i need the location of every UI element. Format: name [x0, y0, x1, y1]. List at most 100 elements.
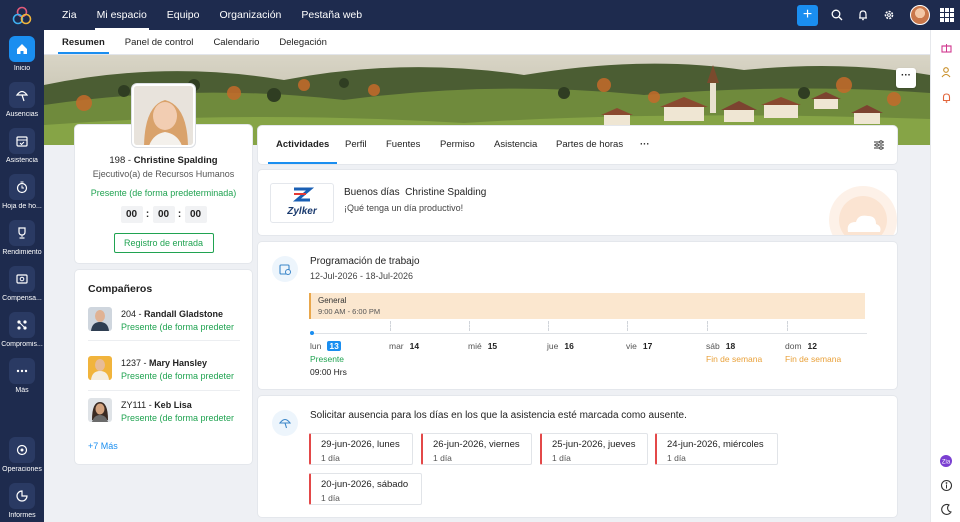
colleagues-more-link[interactable]: +7 Más — [88, 441, 118, 451]
day-status: Fin de semana — [785, 354, 842, 364]
colleagues-card: Compañeros 204 - Randall Gladstone Prese… — [75, 270, 252, 464]
profile-id: 198 — [109, 155, 126, 166]
absent-date-chip[interactable]: 25-jun-2026, jueves 1 día — [540, 433, 648, 465]
schedule-clock-icon — [272, 256, 298, 282]
attendance-timer: 00: 00: 00 — [75, 206, 252, 223]
tab-partes-de-horas[interactable]: Partes de horas — [556, 126, 623, 164]
profile-name-line: 198 - Christine Spalding — [75, 155, 252, 166]
search-icon[interactable] — [826, 4, 848, 26]
schedule-day[interactable]: vie 17 — [626, 341, 652, 351]
rail-item-inicio[interactable]: Inicio — [0, 36, 44, 72]
rail-item-asistencia[interactable]: Asistencia — [0, 128, 44, 164]
dark-mode-moon-icon[interactable] — [937, 500, 955, 518]
schedule-day[interactable]: dom 12 Fin de semana — [785, 341, 841, 364]
tab-perfil[interactable]: Perfil — [345, 126, 367, 164]
colleague-item[interactable]: ZY111 - Keb Lisa Presente (de forma pred… — [88, 398, 248, 432]
day-name: lun — [310, 341, 322, 351]
company-logo-text: Zylker — [287, 206, 317, 217]
rail-label: Rendimiento — [2, 249, 42, 256]
schedule-day[interactable]: jue 16 — [547, 341, 574, 351]
rail-item-operaciones[interactable]: Operaciones — [0, 437, 44, 473]
colleague-avatar — [88, 398, 112, 422]
settings-gear-icon[interactable] — [878, 4, 900, 26]
day-name: sáb — [706, 341, 720, 351]
profile-photo[interactable] — [132, 84, 195, 147]
topnav-pestana-web[interactable]: Pestaña web — [291, 0, 372, 30]
timer-minutes: 00 — [152, 206, 175, 223]
rail-item-ausencias[interactable]: Ausencias — [0, 82, 44, 118]
tab-permiso[interactable]: Permiso — [440, 126, 475, 164]
greeting-name: Christine Spalding — [405, 187, 487, 198]
tab-actividades[interactable]: Actividades — [267, 126, 338, 164]
colleague-status: Presente (de forma predeter — [121, 371, 235, 381]
schedule-day[interactable]: mié 15 — [468, 341, 497, 351]
timer-hours: 00 — [120, 206, 143, 223]
absent-date-chip[interactable]: 20-jun-2026, sábado 1 día — [309, 473, 422, 505]
day-date: 16 — [564, 341, 574, 351]
absent-date-chip[interactable]: 29-jun-2026, lunes 1 día — [309, 433, 413, 465]
schedule-day[interactable]: sáb 18 Fin de semana — [706, 341, 762, 364]
top-actions: + — [797, 0, 960, 30]
gift-icon[interactable] — [937, 38, 955, 56]
absent-date-chip[interactable]: 24-jun-2026, miércoles 1 día — [655, 433, 778, 465]
home-icon — [9, 36, 35, 62]
tab-fuentes[interactable]: Fuentes — [386, 126, 420, 164]
app-grid-icon[interactable] — [940, 8, 954, 22]
schedule-day[interactable]: lun 13 Presente 09:00 Hrs — [310, 341, 347, 377]
profile-separator: - — [125, 155, 134, 166]
shift-bar[interactable]: General 9:00 AM - 6:00 PM — [309, 293, 865, 319]
rail-label: Más — [15, 387, 29, 394]
timer-seconds: 00 — [184, 206, 207, 223]
add-button[interactable]: + — [797, 4, 818, 26]
subnav-resumen[interactable]: Resumen — [52, 30, 115, 54]
colleague-id: 1237 — [121, 358, 142, 368]
day-name: mié — [468, 341, 482, 351]
tab-more[interactable]: ··· — [640, 126, 650, 164]
user-avatar[interactable] — [910, 5, 930, 25]
sub-nav: Resumen Panel de control Calendario Dele… — [44, 30, 930, 55]
absent-date: 29-jun-2026, lunes — [321, 439, 400, 450]
subnav-delegacion[interactable]: Delegación — [269, 30, 337, 54]
subnav-calendario[interactable]: Calendario — [203, 30, 269, 54]
accessibility-icon[interactable] — [937, 476, 955, 494]
notification-bell-icon[interactable] — [852, 4, 874, 26]
topnav-equipo[interactable]: Equipo — [157, 0, 210, 30]
day-name: jue — [547, 341, 559, 351]
rail-item-compromiso[interactable]: Compromis... — [0, 312, 44, 348]
day-hours: 09:00 Hrs — [310, 367, 347, 377]
tab-asistencia[interactable]: Asistencia — [494, 126, 537, 164]
subnav-panel-de-control[interactable]: Panel de control — [115, 30, 204, 54]
person-check-icon[interactable] — [937, 63, 955, 81]
colleague-name-line: ZY111 - Keb Lisa — [121, 400, 192, 410]
topnav-zia[interactable]: Zia — [52, 0, 87, 30]
schedule-title: Programación de trabajo — [310, 256, 420, 267]
bell-alert-icon[interactable] — [937, 88, 955, 106]
topnav-organizacion[interactable]: Organización — [210, 0, 292, 30]
rail-label: Informes — [8, 512, 36, 519]
banner-more-button[interactable]: ··· — [896, 68, 916, 88]
rail-label: Inicio — [13, 65, 31, 72]
left-rail: Inicio Ausencias Asistencia Hoja de ho..… — [0, 0, 44, 522]
rail-label: Hoja de ho... — [2, 203, 42, 210]
weather-cloud-icon — [829, 186, 897, 235]
rail-item-informes[interactable]: Informes — [0, 483, 44, 519]
absent-date-chip[interactable]: 26-jun-2026, viernes 1 día — [421, 433, 532, 465]
check-in-button[interactable]: Registro de entrada — [113, 233, 214, 253]
rail-item-rendimiento[interactable]: Rendimiento — [0, 220, 44, 256]
colleagues-title: Compañeros — [88, 283, 153, 295]
shift-name: General — [318, 296, 347, 305]
colleague-item[interactable]: 204 - Randall Gladstone Presente (de for… — [88, 307, 248, 341]
calendar-icon — [9, 128, 35, 154]
rail-item-hoja-de-horas[interactable]: Hoja de ho... — [0, 174, 44, 210]
filter-settings-icon[interactable] — [872, 138, 886, 152]
shift-hours: 9:00 AM - 6:00 PM — [318, 307, 381, 316]
app-logo-icon[interactable] — [11, 5, 33, 27]
colleague-name: Mary Hansley — [149, 358, 208, 368]
timeline-tick — [469, 321, 470, 331]
rail-item-compensacion[interactable]: Compensa... — [0, 266, 44, 302]
zia-assistant-icon[interactable]: Zia — [937, 452, 955, 470]
colleague-item[interactable]: 1237 - Mary Hansley Presente (de forma p… — [88, 356, 248, 390]
topnav-mi-espacio[interactable]: Mi espacio — [87, 0, 157, 30]
schedule-day[interactable]: mar 14 — [389, 341, 419, 351]
rail-item-mas[interactable]: Más — [0, 358, 44, 394]
